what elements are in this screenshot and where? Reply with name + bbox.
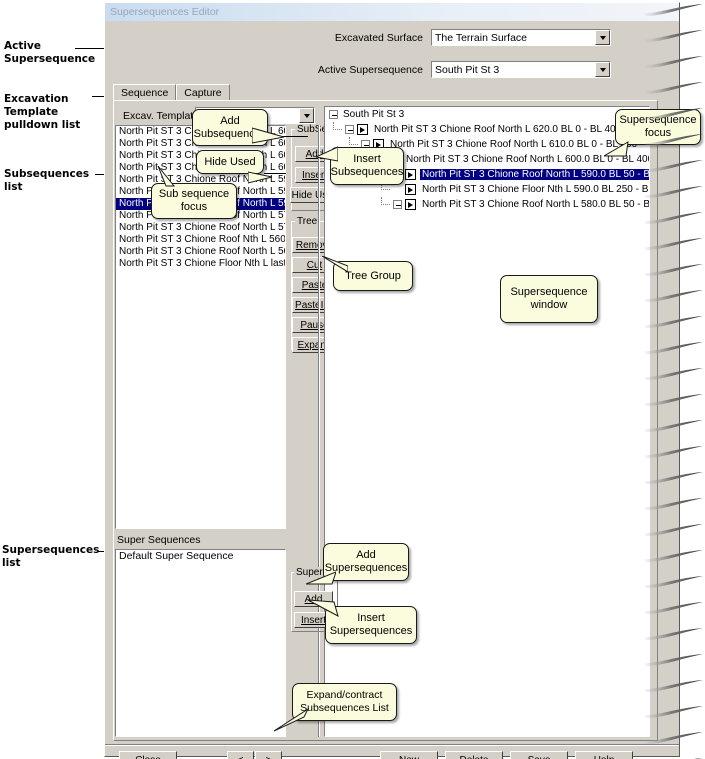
list-item[interactable]: North Pit ST 3 Chione Floor Nth L last B… <box>116 258 285 270</box>
column-divider <box>318 125 320 737</box>
annotation-subsequences-list: Subsequences list <box>4 168 90 193</box>
chevron-down-icon[interactable] <box>595 62 610 77</box>
callout-supersequence-window: Supersequence window <box>500 275 598 323</box>
save-button[interactable]: Save <box>510 751 568 759</box>
excavated-surface-combo[interactable]: The Terrain Surface <box>431 29 611 46</box>
chevron-down-icon[interactable] <box>595 30 610 45</box>
tree-connector <box>381 197 390 205</box>
supersequences-listbox[interactable]: Default Super Sequence <box>115 549 286 737</box>
tree-node-label: North Pit ST 3 Chione Roof North L 610.0… <box>390 139 638 150</box>
excavated-surface-label: Excavated Surface <box>334 31 423 44</box>
expand-subsequences-button[interactable]: > <box>255 751 282 759</box>
dialog-title: Supersequences Editor <box>110 6 220 18</box>
chevron-down-icon[interactable] <box>299 108 314 123</box>
dialog-title-bar[interactable]: Supersequences Editor <box>105 3 679 21</box>
tree-node[interactable]: South Pit St 3 <box>325 107 649 122</box>
collapse-label: < <box>238 755 244 759</box>
tab-capture-label: Capture <box>184 87 222 99</box>
active-supersequence-value: South Pit St 3 <box>435 63 500 76</box>
bottom-bar-divider <box>105 744 679 746</box>
delete-label: Delete <box>460 755 489 759</box>
tab-sequence-label: Sequence <box>121 87 169 99</box>
tree-node[interactable]: North Pit ST 3 Chione Roof North L 620.0… <box>325 122 649 137</box>
tree-node-label: North Pit ST 3 Chione Roof North L 590.0… <box>420 169 649 180</box>
screenshot-root: Active Supersequence Excavation Template… <box>0 0 705 759</box>
excav-template-label: Excav. Template <box>123 110 200 122</box>
new-button[interactable]: New <box>380 751 438 759</box>
tab-capture[interactable]: Capture <box>176 84 230 101</box>
list-item[interactable]: North Pit ST 3 Chione Roof North L 560.0… <box>116 246 285 258</box>
tab-sequence[interactable]: Sequence <box>113 84 177 101</box>
list-item[interactable]: North Pit ST 3 Chione Roof Nth L 560.0 <box>116 234 285 246</box>
super-sequences-label: Super Sequences <box>117 534 201 546</box>
close-button[interactable]: Close <box>119 751 177 759</box>
active-supersequence-combo[interactable]: South Pit St 3 <box>431 61 611 78</box>
play-arrow-icon[interactable] <box>405 184 416 195</box>
annotation-active-supersequence: Active Supersequence <box>4 40 96 65</box>
play-arrow-icon[interactable] <box>357 124 368 135</box>
save-label: Save <box>528 755 551 759</box>
tree-collapse-icon[interactable] <box>329 110 338 119</box>
annotation-excavation-template: Excavation Template pulldown list <box>4 93 81 131</box>
collapse-subsequences-button[interactable]: < <box>227 751 254 759</box>
callout-tail-hide-used <box>248 171 273 184</box>
callout-tail-add-subsequences <box>252 127 285 144</box>
tree-collapse-icon[interactable] <box>345 125 354 134</box>
callout-insert-subsequences: Insert Subsequences <box>330 147 404 185</box>
excavated-surface-row: Excavated Surface The Terrain Surface <box>105 29 625 46</box>
tree-node[interactable]: North Pit ST 3 Chione Roof North L 580.0… <box>325 197 649 212</box>
tree-node-label: North Pit ST 3 Chione Roof North L 580.0… <box>422 199 650 210</box>
tree-connector <box>333 122 342 130</box>
help-button[interactable]: Help <box>575 751 633 759</box>
callout-tail-expand-contract <box>274 708 308 732</box>
new-label: New <box>399 755 419 759</box>
tree-node-label: North Pit ST 3 Chione Floor Nth L 590.0 … <box>422 184 650 195</box>
expand-label: > <box>266 755 272 759</box>
callout-tail-sub-sequence-focus <box>157 166 176 187</box>
callout-sub-sequence-focus: Sub sequence focus <box>151 183 237 219</box>
close-label: Close <box>135 755 161 759</box>
callout-tail-add-supersequences <box>306 571 336 585</box>
active-supersequence-label: Active Supersequence <box>317 63 423 76</box>
play-arrow-icon[interactable] <box>405 169 416 180</box>
callout-tail-tree-group <box>322 256 348 273</box>
tree-connector <box>349 137 358 145</box>
callout-tail-supersequence-focus <box>604 141 629 157</box>
annotation-supersequences-list: Supersequences list <box>2 544 100 569</box>
callout-tail-insert-subsequences <box>316 146 338 162</box>
help-label: Help <box>594 755 615 759</box>
delete-button[interactable]: Delete <box>445 751 503 759</box>
tree-collapse-icon[interactable] <box>393 200 402 209</box>
excavated-surface-value: The Terrain Surface <box>435 31 528 44</box>
tree-group-title: Tree <box>295 216 320 227</box>
tree-node-label: South Pit St 3 <box>343 109 405 120</box>
callout-tail-insert-supersequences <box>308 599 339 617</box>
tree-node-label: North Pit ST 3 Chione Roof North L 620.0… <box>374 124 622 135</box>
list-item[interactable]: Default Super Sequence <box>116 550 285 563</box>
play-arrow-icon[interactable] <box>405 199 416 210</box>
list-item[interactable]: North Pit ST 3 Chione Roof North L 570.0… <box>116 222 285 234</box>
tab-strip: Sequence Capture <box>113 84 658 101</box>
active-supersequence-row: Active Supersequence South Pit St 3 <box>105 61 625 78</box>
